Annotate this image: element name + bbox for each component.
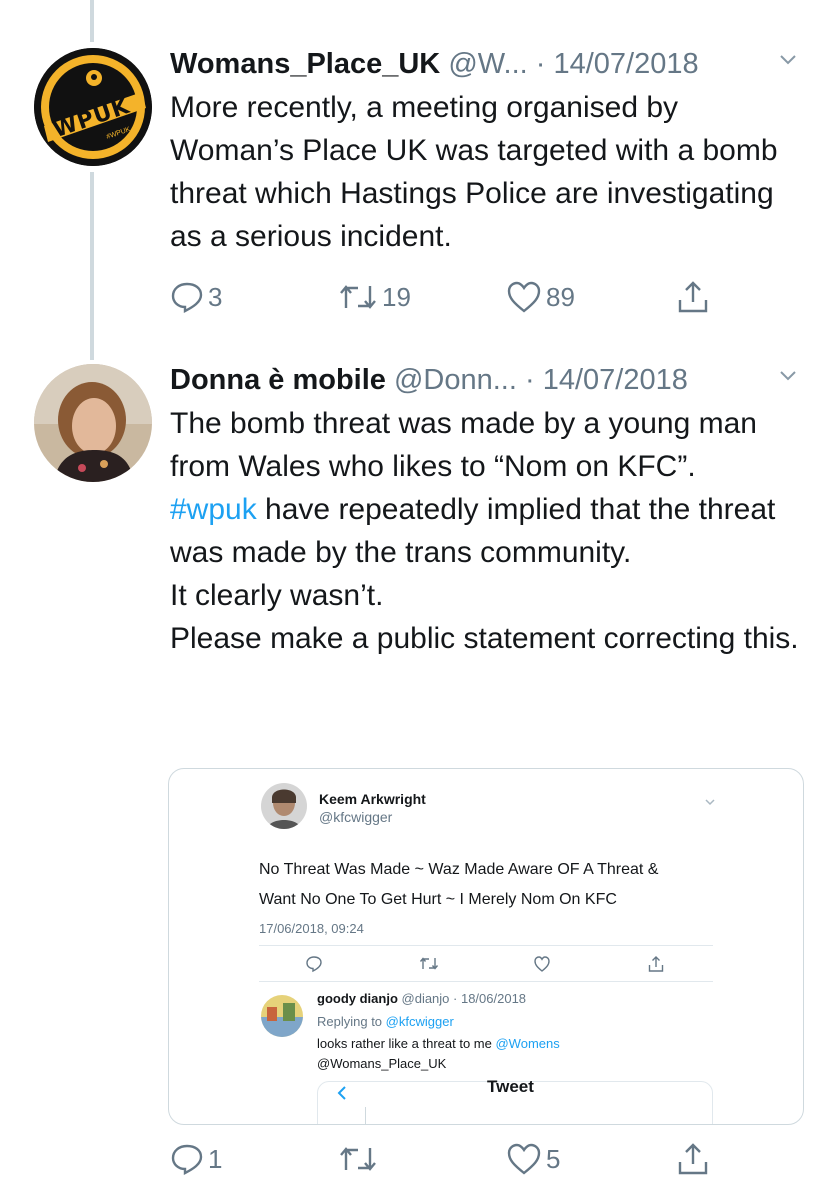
like-button[interactable]: 5 xyxy=(506,1142,560,1176)
profile-photo-icon xyxy=(34,364,152,482)
tweet-header: Womans_Place_UK @W... · 14/07/2018 xyxy=(170,46,799,82)
author-handle[interactable]: @W... xyxy=(448,48,527,80)
retweet-icon xyxy=(340,1147,376,1171)
reply-icon xyxy=(306,956,322,973)
tweet-text-part1: The bomb threat was made by a young man … xyxy=(170,407,766,483)
hashtag-link[interactable]: #wpuk xyxy=(170,493,257,526)
thread-line-middle xyxy=(90,172,94,360)
author-name[interactable]: Womans_Place_UK xyxy=(170,48,440,80)
embedded-image[interactable]: Keem Arkwright @kfcwigger No Threat Was … xyxy=(168,768,804,1125)
like-count: 5 xyxy=(546,1143,561,1174)
tweet-date[interactable]: · 14/07/2018 xyxy=(536,48,699,80)
retweet-count: 19 xyxy=(382,281,411,312)
tweet-header: Donna è mobile @Donn... · 14/07/2018 xyxy=(170,362,799,398)
reply-count: 3 xyxy=(208,281,223,312)
tweet1-actions: 3 19 89 xyxy=(170,280,759,320)
heart-icon xyxy=(507,281,541,313)
chevron-down-icon xyxy=(705,799,715,806)
mention-womens: @Womens xyxy=(495,1036,560,1051)
heart-icon xyxy=(534,956,550,972)
embedded-divider xyxy=(259,981,713,982)
tweet2-actions: 1 5 xyxy=(170,1142,759,1182)
reply-button[interactable]: 1 xyxy=(170,1142,222,1176)
share-button[interactable] xyxy=(676,1142,710,1176)
dianjo-text: looks rather like a threat to me @Womens xyxy=(317,1033,560,1054)
replying-to: Replying to @kfcwigger xyxy=(317,1011,454,1032)
dianjo-header: goody dianjo @dianjo · 18/06/2018 xyxy=(317,991,526,1006)
dianjo-text-body: looks rather like a threat to me xyxy=(317,1036,492,1051)
author-handle[interactable]: @Donn... xyxy=(394,364,517,396)
dianjo-handle-date: @dianjo · 18/06/2018 xyxy=(401,991,527,1006)
heart-icon xyxy=(507,1143,541,1175)
back-arrow-icon xyxy=(337,1086,346,1100)
share-icon xyxy=(678,1143,708,1175)
replying-to-label: Replying to xyxy=(317,1014,383,1029)
tweet-date[interactable]: · 14/07/2018 xyxy=(525,364,688,396)
chevron-down-icon[interactable] xyxy=(777,48,799,70)
profile-photo-icon xyxy=(261,995,303,1037)
retweet-button[interactable] xyxy=(338,1142,382,1176)
nested-tweet-header: Tweet xyxy=(487,1077,534,1096)
wpuk-avatar[interactable]: WPUK #WPUK xyxy=(34,48,152,166)
author-name[interactable]: Donna è mobile xyxy=(170,364,386,396)
embedded-text-line2: Want No One To Get Hurt ~ I Merely Nom O… xyxy=(259,891,617,908)
retweet-button[interactable]: 19 xyxy=(338,280,411,314)
retweet-icon xyxy=(419,957,439,970)
retweet-icon xyxy=(340,285,376,309)
like-button[interactable]: 89 xyxy=(506,280,575,314)
reply-button[interactable]: 3 xyxy=(170,280,222,314)
mention-womans-place: @Womans_Place_UK xyxy=(317,1056,447,1071)
tweet-donna[interactable]: Donna è mobile @Donn... · 14/07/2018 The… xyxy=(170,362,799,660)
share-button[interactable] xyxy=(676,280,710,314)
embedded-timestamp: 17/06/2018, 09:24 xyxy=(259,921,364,936)
share-icon xyxy=(648,956,664,972)
replying-to-handle: @kfcwigger xyxy=(385,1014,454,1029)
embedded-text-line1: No Threat Was Made ~ Waz Made Aware OF A… xyxy=(259,861,659,878)
reply-icon xyxy=(171,1144,203,1175)
thread-line-top xyxy=(90,0,94,42)
dianjo-name: goody dianjo xyxy=(317,991,398,1006)
keem-avatar xyxy=(261,783,307,829)
nested-tweet-line xyxy=(365,1107,366,1124)
profile-photo-icon xyxy=(261,783,307,829)
embedded-divider xyxy=(259,945,713,946)
share-icon xyxy=(678,281,708,313)
tweet-text: The bomb threat was made by a young man … xyxy=(170,402,799,660)
reply-count: 1 xyxy=(208,1143,223,1174)
like-count: 89 xyxy=(546,281,575,312)
embedded-author-name: Keem Arkwright xyxy=(319,791,426,807)
tweet-text-part2: have repeatedly implied that the threat … xyxy=(170,493,799,655)
reply-icon xyxy=(171,282,203,313)
tweet-text: More recently, a meeting organised by Wo… xyxy=(170,91,786,253)
embedded-author-handle: @kfcwigger xyxy=(319,809,393,825)
tweet-wpuk[interactable]: Womans_Place_UK @W... · 14/07/2018 More … xyxy=(170,46,799,258)
chevron-down-icon[interactable] xyxy=(777,364,799,386)
dianjo-avatar xyxy=(261,995,303,1037)
donna-avatar[interactable] xyxy=(34,364,152,482)
